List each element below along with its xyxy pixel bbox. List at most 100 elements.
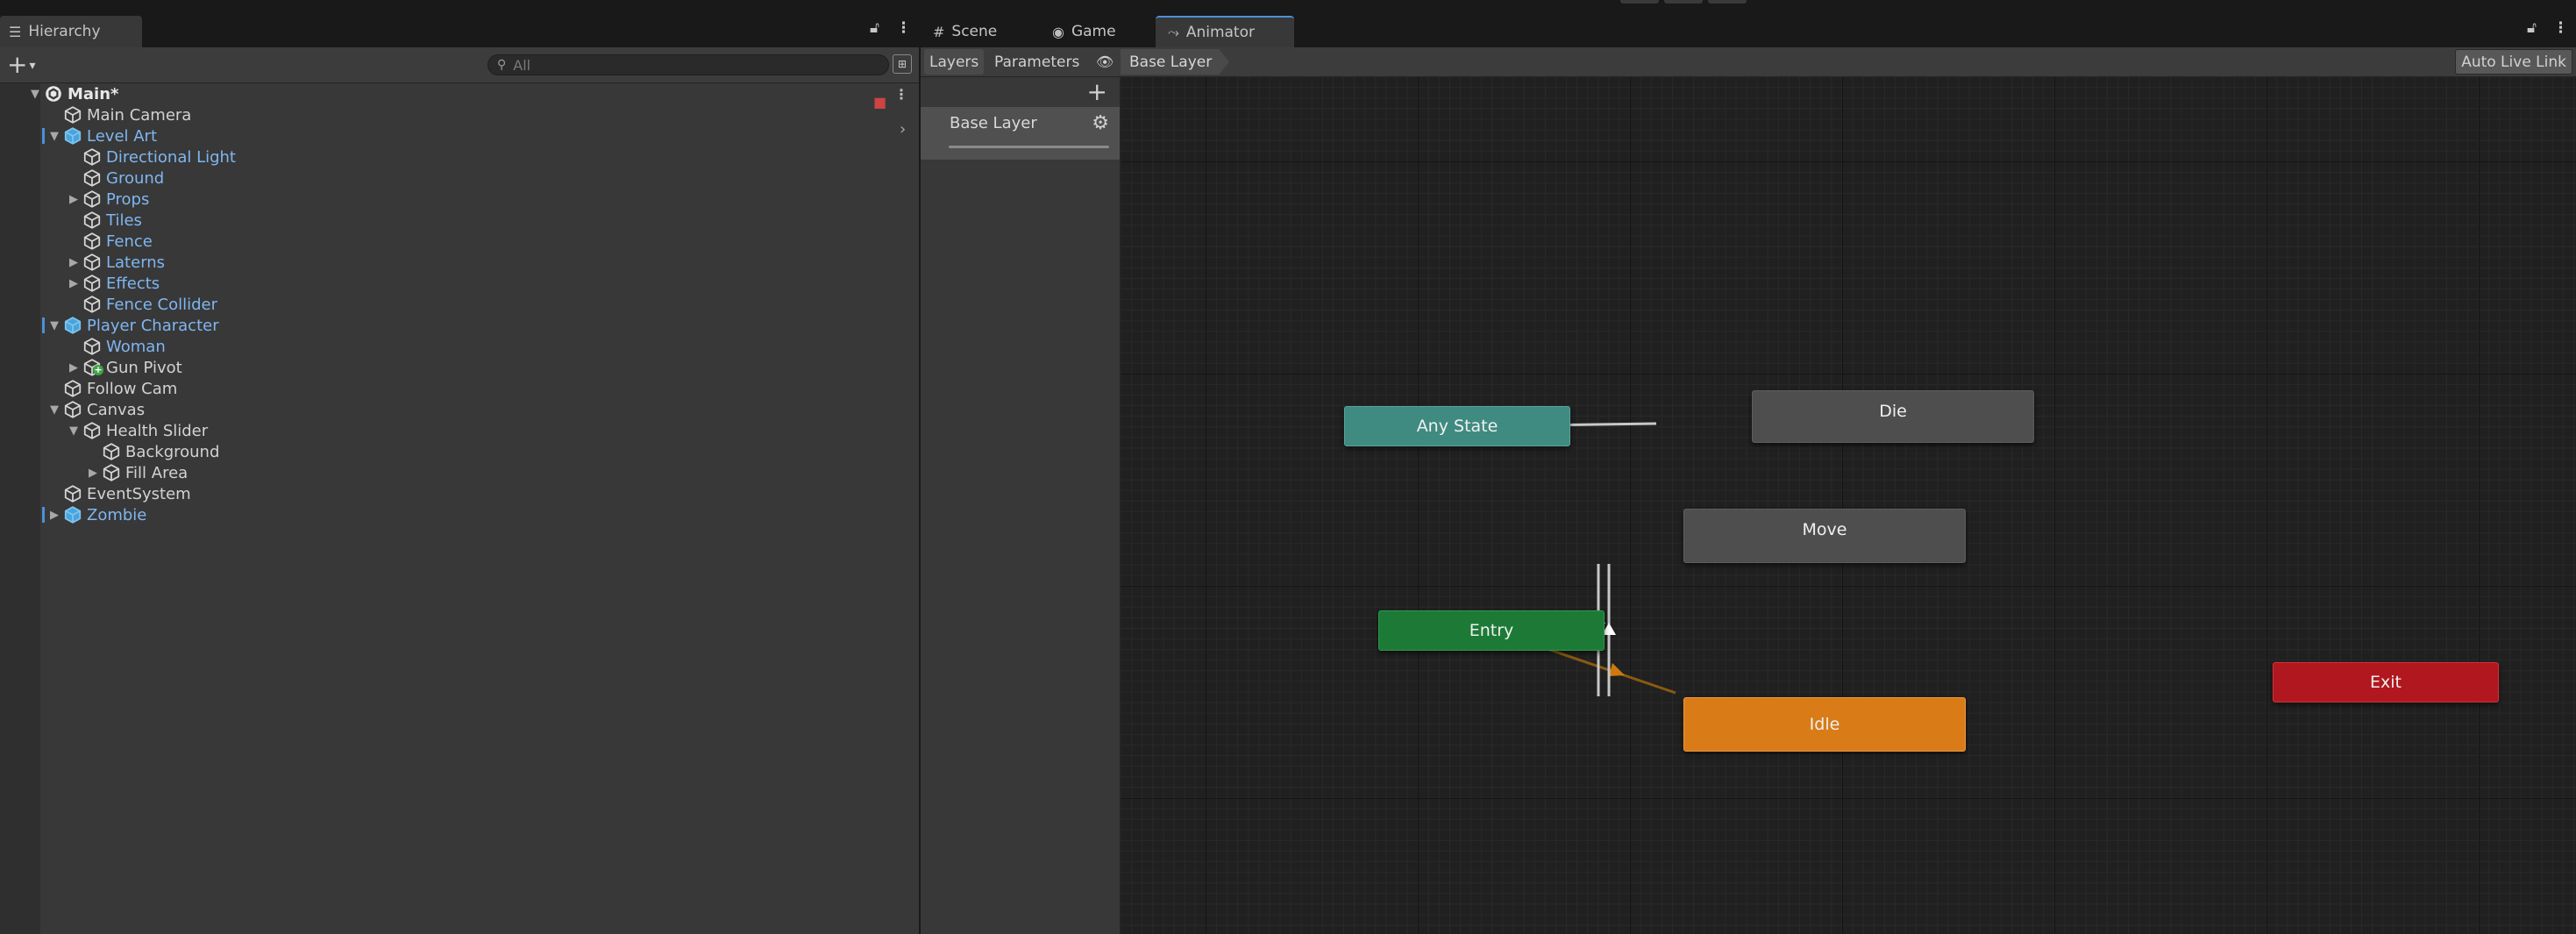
tab-scene-label: Scene <box>951 23 998 40</box>
breadcrumb-label: Base Layer <box>1129 53 1213 71</box>
hierarchy-tab-bar: ☰ Hierarchy 🔓︎ ⋮ <box>0 12 919 47</box>
layer-weight-bar <box>949 146 1109 148</box>
state-move[interactable]: Move <box>1683 509 1966 563</box>
layers-label: Layers <box>929 53 979 71</box>
more-options-icon[interactable]: ⋮ <box>896 19 911 37</box>
hierarchy-row[interactable]: Main Camera <box>0 104 919 125</box>
hierarchy-row-label: Main Camera <box>87 105 192 125</box>
collapse-arrow-icon[interactable]: ▶ <box>67 361 81 374</box>
search-placeholder: All <box>513 56 531 74</box>
hierarchy-row[interactable]: Fence <box>0 231 919 252</box>
hierarchy-row[interactable]: ▶ Zombie <box>0 504 919 525</box>
state-entry[interactable]: Entry <box>1378 610 1605 651</box>
create-dropdown-button[interactable]: + ▾ <box>7 51 36 80</box>
layer-item[interactable]: Base Layer ⚙ <box>921 107 1120 160</box>
gameobject-icon <box>82 253 102 272</box>
auto-live-link-button[interactable]: Auto Live Link <box>2455 49 2572 75</box>
hierarchy-row[interactable]: ▶ Props <box>0 189 919 210</box>
layers-pane: + Base Layer ⚙ <box>921 77 1121 934</box>
hierarchy-row[interactable]: ▶ Fill Area <box>0 462 919 483</box>
lock-icon[interactable]: 🔓︎ <box>2527 19 2537 37</box>
gameobject-icon <box>102 463 121 482</box>
scene-root-row[interactable]: ▼ Main* ⋮ <box>0 83 919 104</box>
scene-more-options-icon[interactable]: ⋮ <box>894 86 908 103</box>
collapse-arrow-icon[interactable]: ▶ <box>67 193 81 206</box>
transitions-layer <box>1361 419 1676 696</box>
gear-icon[interactable]: ⚙ <box>1092 112 1109 134</box>
state-any-state[interactable]: Any State <box>1344 406 1570 446</box>
list-icon: ☰ <box>9 23 22 40</box>
eye-icon[interactable]: 👁︎ <box>1091 49 1119 75</box>
hierarchy-row[interactable]: ▶ Effects <box>0 273 919 294</box>
gameobject-icon <box>82 295 102 314</box>
hierarchy-row-label: Fence Collider <box>106 295 218 314</box>
chevron-down-icon: ▾ <box>29 59 36 73</box>
hierarchy-row[interactable]: ▼ Canvas <box>0 399 919 420</box>
gamepad-icon: ◉ <box>1052 23 1064 40</box>
tab-scene[interactable]: # Scene <box>933 16 997 47</box>
unity-scene-icon <box>44 84 63 103</box>
collapse-arrow-icon[interactable]: ▶ <box>67 256 81 269</box>
hierarchy-search-field[interactable]: ⚲ All <box>487 54 889 75</box>
hierarchy-row-label: Effects <box>106 274 160 293</box>
tab-animator[interactable]: ⤳ Animator <box>1156 16 1294 47</box>
layers-tab-button[interactable]: Layers <box>924 49 985 75</box>
lock-icon[interactable]: 🔓︎ <box>870 19 879 37</box>
tab-hierarchy[interactable]: ☰ Hierarchy <box>0 16 142 47</box>
collapse-arrow-icon[interactable]: ▶ <box>86 467 100 480</box>
state-exit[interactable]: Exit <box>2273 662 2499 702</box>
collapse-arrow-icon[interactable]: ▶ <box>47 509 61 522</box>
hierarchy-row-label: Laterns <box>106 253 166 272</box>
state-idle[interactable]: Idle <box>1683 697 1966 752</box>
hierarchy-row[interactable]: ▶ + Gun Pivot <box>0 357 919 378</box>
tab-game[interactable]: ◉ Game <box>1052 16 1116 47</box>
hierarchy-row[interactable]: Directional Light <box>0 146 919 168</box>
auto-live-link-label: Auto Live Link <box>2461 53 2566 71</box>
hierarchy-row[interactable]: ▼ Health Slider <box>0 420 919 441</box>
hierarchy-row[interactable]: Tiles <box>0 210 919 231</box>
collapse-arrow-icon[interactable]: ▶ <box>67 277 81 290</box>
open-prefab-chevron-icon[interactable]: › <box>900 120 906 139</box>
hierarchy-row[interactable]: Background <box>0 441 919 462</box>
pause-button[interactable] <box>1664 0 1703 4</box>
expand-arrow-icon[interactable]: ▼ <box>28 88 42 101</box>
gameobject-icon <box>82 337 102 356</box>
parameters-tab-button[interactable]: Parameters <box>989 49 1085 75</box>
prefab-icon <box>63 505 82 524</box>
step-button[interactable] <box>1708 0 1747 4</box>
hierarchy-row-label: Level Art <box>87 126 158 146</box>
expand-arrow-icon[interactable]: ▼ <box>67 424 81 438</box>
add-layer-button[interactable]: + <box>1087 79 1107 105</box>
hierarchy-row[interactable]: Fence Collider <box>0 294 919 315</box>
gameobject-icon <box>63 105 82 125</box>
expand-arrow-icon[interactable]: ▼ <box>47 130 61 143</box>
hierarchy-row[interactable]: ▶ Laterns <box>0 252 919 273</box>
gameobject-icon <box>82 421 102 440</box>
added-badge-icon: + <box>93 364 103 375</box>
tab-hierarchy-label: Hierarchy <box>28 23 101 40</box>
state-die[interactable]: Die <box>1752 390 2034 443</box>
prefab-icon <box>63 316 82 335</box>
transition-entry-to-idle[interactable] <box>1541 645 1676 695</box>
state-machine-graph[interactable]: Any State Die Move Entry Idle Exit <box>1121 77 2576 934</box>
search-icon: ⚲ <box>497 58 507 72</box>
tab-animator-label: Animator <box>1185 24 1255 41</box>
hierarchy-row[interactable]: ▼ Player Character <box>0 315 919 336</box>
hierarchy-row[interactable]: Follow Cam <box>0 378 919 399</box>
hierarchy-row[interactable]: ▼ Level Art <box>0 125 919 146</box>
hierarchy-row[interactable]: EventSystem <box>0 483 919 504</box>
gameobject-icon <box>82 232 102 251</box>
search-options-icon[interactable]: ⊞ <box>893 54 912 74</box>
gameobject-icon <box>82 210 102 230</box>
hierarchy-row-label: Canvas <box>87 400 146 419</box>
expand-arrow-icon[interactable]: ▼ <box>47 403 61 417</box>
breadcrumb-base-layer[interactable]: Base Layer <box>1121 49 1229 75</box>
expand-arrow-icon[interactable]: ▼ <box>47 319 61 332</box>
editor-top-strip <box>0 0 2576 12</box>
grid-icon: # <box>933 23 945 40</box>
hierarchy-row-label: Props <box>106 189 150 209</box>
hierarchy-row[interactable]: Woman <box>0 336 919 357</box>
more-options-icon[interactable]: ⋮ <box>2553 19 2568 37</box>
play-button[interactable] <box>1620 0 1659 4</box>
hierarchy-row[interactable]: Ground <box>0 168 919 189</box>
